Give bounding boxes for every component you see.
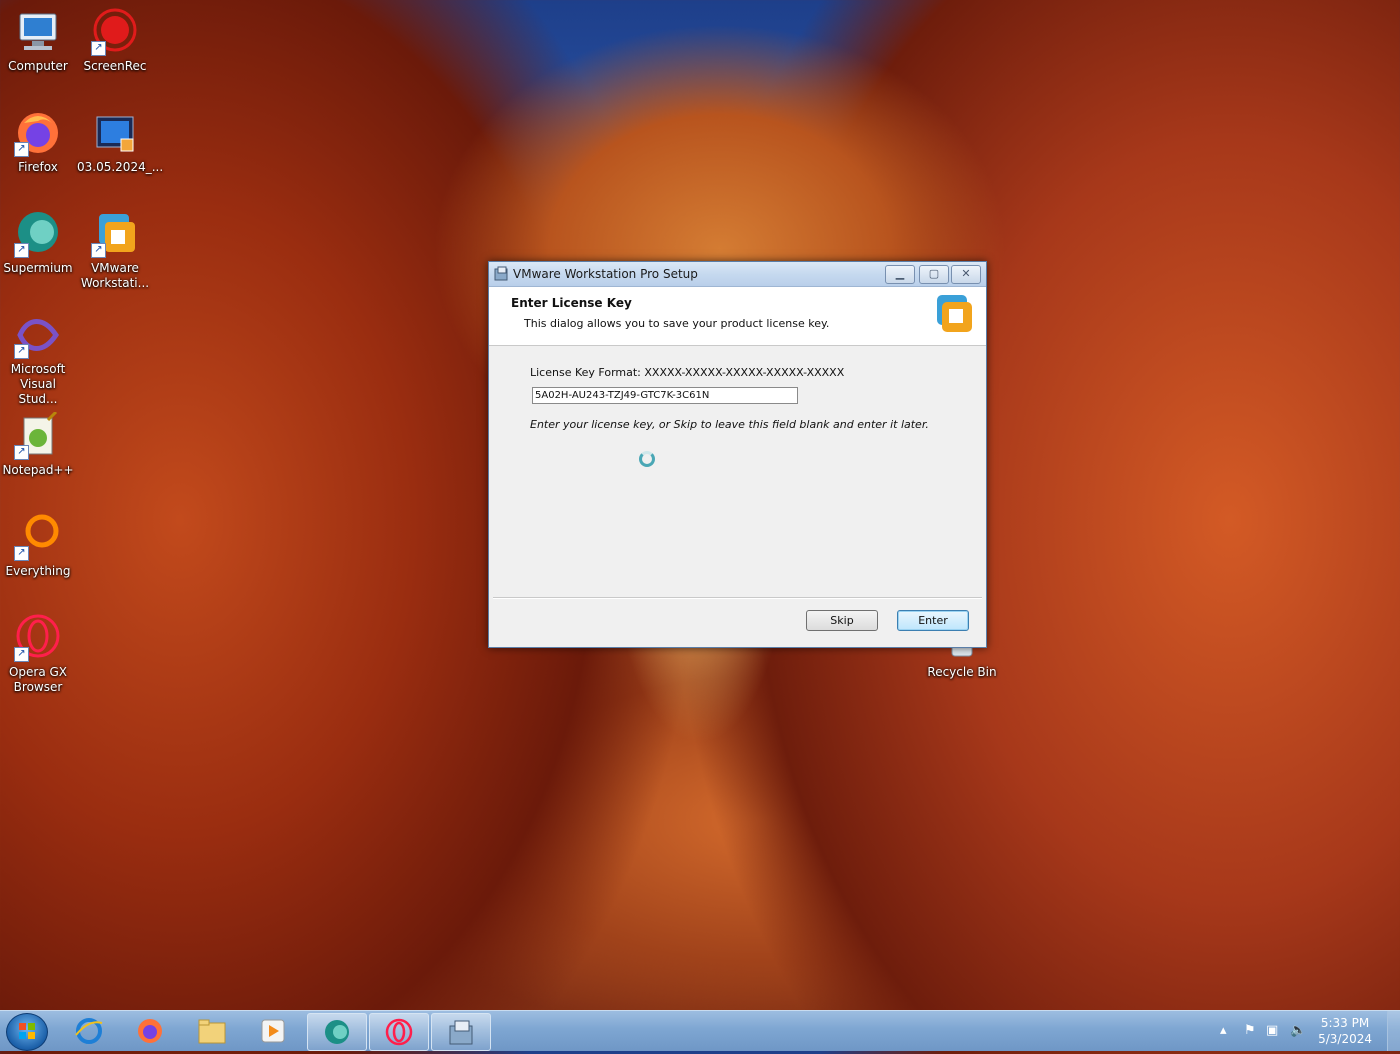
- action-center-flag-icon[interactable]: ⚑: [1244, 1023, 1256, 1038]
- desktop-icon-everything[interactable]: ↗ Everything: [0, 513, 76, 579]
- desktop-icon-opera-gx[interactable]: ↗ Opera GX Browser: [0, 614, 76, 695]
- shortcut-arrow-icon: ↗: [14, 647, 29, 662]
- taskbar-supermium[interactable]: [307, 1013, 367, 1051]
- desktop-icon-label: VMware Workstati...: [80, 261, 150, 290]
- minimize-button[interactable]: ▁: [885, 265, 915, 284]
- desktop-icon-label: Supermium: [3, 261, 73, 275]
- clock-time: 5:33 PM: [1320, 1016, 1370, 1030]
- dialog-titlebar[interactable]: VMware Workstation Pro Setup ▁ ▢ ✕: [489, 262, 986, 287]
- license-key-input[interactable]: [532, 387, 798, 404]
- header-title: Enter License Key: [511, 296, 632, 310]
- desktop-icon-label: Opera GX Browser: [8, 665, 68, 694]
- taskbar-vmware-setup[interactable]: [431, 1013, 491, 1051]
- network-icon[interactable]: ▣: [1266, 1023, 1278, 1038]
- installer-icon: [446, 1018, 476, 1046]
- close-button[interactable]: ✕: [951, 265, 981, 284]
- installer-icon: [494, 266, 509, 281]
- desktop-icon-label: 03.05.2024_...: [77, 160, 164, 174]
- footer-divider: [493, 597, 982, 599]
- shortcut-arrow-icon: ↗: [91, 41, 106, 56]
- supermium-icon: ↗: [14, 210, 62, 258]
- desktop-icon-label: Firefox: [18, 160, 58, 174]
- desktop-icon-label: Computer: [8, 59, 68, 73]
- shortcut-arrow-icon: ↗: [14, 445, 29, 460]
- internet-explorer-icon: [74, 1017, 104, 1045]
- desktop-icon-supermium[interactable]: ↗ Supermium: [0, 210, 76, 276]
- skip-button[interactable]: Skip: [806, 610, 878, 631]
- desktop-icon-notepadpp[interactable]: ↗ Notepad++: [0, 410, 76, 478]
- vmware-icon: ↗: [91, 210, 139, 258]
- volume-muted-icon[interactable]: 🔈: [1290, 1023, 1306, 1038]
- maximize-button[interactable]: ▢: [919, 265, 949, 284]
- shortcut-arrow-icon: ↗: [14, 243, 29, 258]
- video-file-icon: [91, 109, 139, 157]
- opera-gx-icon: ↗: [14, 614, 62, 662]
- desktop-icon-firefox[interactable]: ↗ Firefox: [0, 109, 76, 175]
- firefox-icon: ↗: [14, 109, 62, 157]
- desktop-icon-video-file[interactable]: 03.05.2024_...: [77, 109, 164, 175]
- clock[interactable]: 5:33 PM 5/3/2024: [1318, 1015, 1372, 1047]
- taskbar-opera-gx[interactable]: [369, 1013, 429, 1051]
- system-tray: ▴ ⚑ ▣ 🔈 5:33 PM 5/3/2024: [1200, 1011, 1400, 1051]
- taskbar-internet-explorer[interactable]: [60, 1013, 118, 1049]
- desktop-icon-label: Notepad++: [2, 463, 74, 477]
- shortcut-arrow-icon: ↗: [14, 546, 29, 561]
- folder-icon: [197, 1017, 227, 1045]
- desktop-icon-vmware[interactable]: ↗ VMware Workstati...: [77, 210, 153, 291]
- dialog-header: Enter License Key This dialog allows you…: [489, 287, 986, 346]
- taskbar-windows-explorer[interactable]: [183, 1013, 241, 1049]
- notepadpp-icon: ↗: [14, 410, 62, 460]
- show-hidden-icons-icon[interactable]: ▴: [1220, 1023, 1227, 1038]
- opera-gx-icon: [384, 1018, 414, 1046]
- dialog-title: VMware Workstation Pro Setup: [513, 267, 698, 281]
- taskbar: ▴ ⚑ ▣ 🔈 5:33 PM 5/3/2024: [0, 1010, 1400, 1051]
- windows-logo-icon: [19, 1023, 35, 1039]
- desktop-icon-label: Microsoft Visual Stud...: [10, 362, 66, 406]
- media-player-icon: [258, 1017, 288, 1045]
- computer-icon: [14, 8, 62, 56]
- license-hint-text: Enter your license key, or Skip to leave…: [530, 418, 929, 431]
- start-button[interactable]: [6, 1013, 48, 1051]
- shortcut-arrow-icon: ↗: [14, 142, 29, 157]
- firefox-icon: [135, 1017, 165, 1045]
- clock-date: 5/3/2024: [1318, 1032, 1372, 1046]
- taskbar-firefox[interactable]: [121, 1013, 179, 1049]
- setup-dialog: VMware Workstation Pro Setup ▁ ▢ ✕ Enter…: [488, 261, 987, 648]
- enter-button[interactable]: Enter: [897, 610, 969, 631]
- desktop-icon-screenrec[interactable]: ↗ ScreenRec: [77, 8, 153, 74]
- license-format-label: License Key Format: XXXXX-XXXXX-XXXXX-XX…: [530, 366, 845, 379]
- visual-studio-icon: ↗: [14, 311, 62, 359]
- vmware-logo-icon: [933, 293, 975, 335]
- desktop-icon-label: Everything: [5, 564, 71, 578]
- show-desktop-button[interactable]: [1387, 1011, 1400, 1051]
- header-subtitle: This dialog allows you to save your prod…: [524, 317, 830, 330]
- supermium-icon: [322, 1018, 352, 1046]
- desktop-icon-visual-studio[interactable]: ↗ Microsoft Visual Stud...: [0, 311, 76, 407]
- desktop-icon-computer[interactable]: Computer: [0, 8, 76, 74]
- taskbar-media-player[interactable]: [244, 1013, 302, 1049]
- everything-icon: ↗: [14, 513, 62, 561]
- shortcut-arrow-icon: ↗: [91, 243, 106, 258]
- shortcut-arrow-icon: ↗: [14, 344, 29, 359]
- desktop-icon-label: Recycle Bin: [927, 665, 997, 679]
- desktop-icon-label: ScreenRec: [83, 59, 147, 73]
- busy-cursor-icon: [639, 451, 655, 467]
- record-icon: ↗: [91, 8, 139, 56]
